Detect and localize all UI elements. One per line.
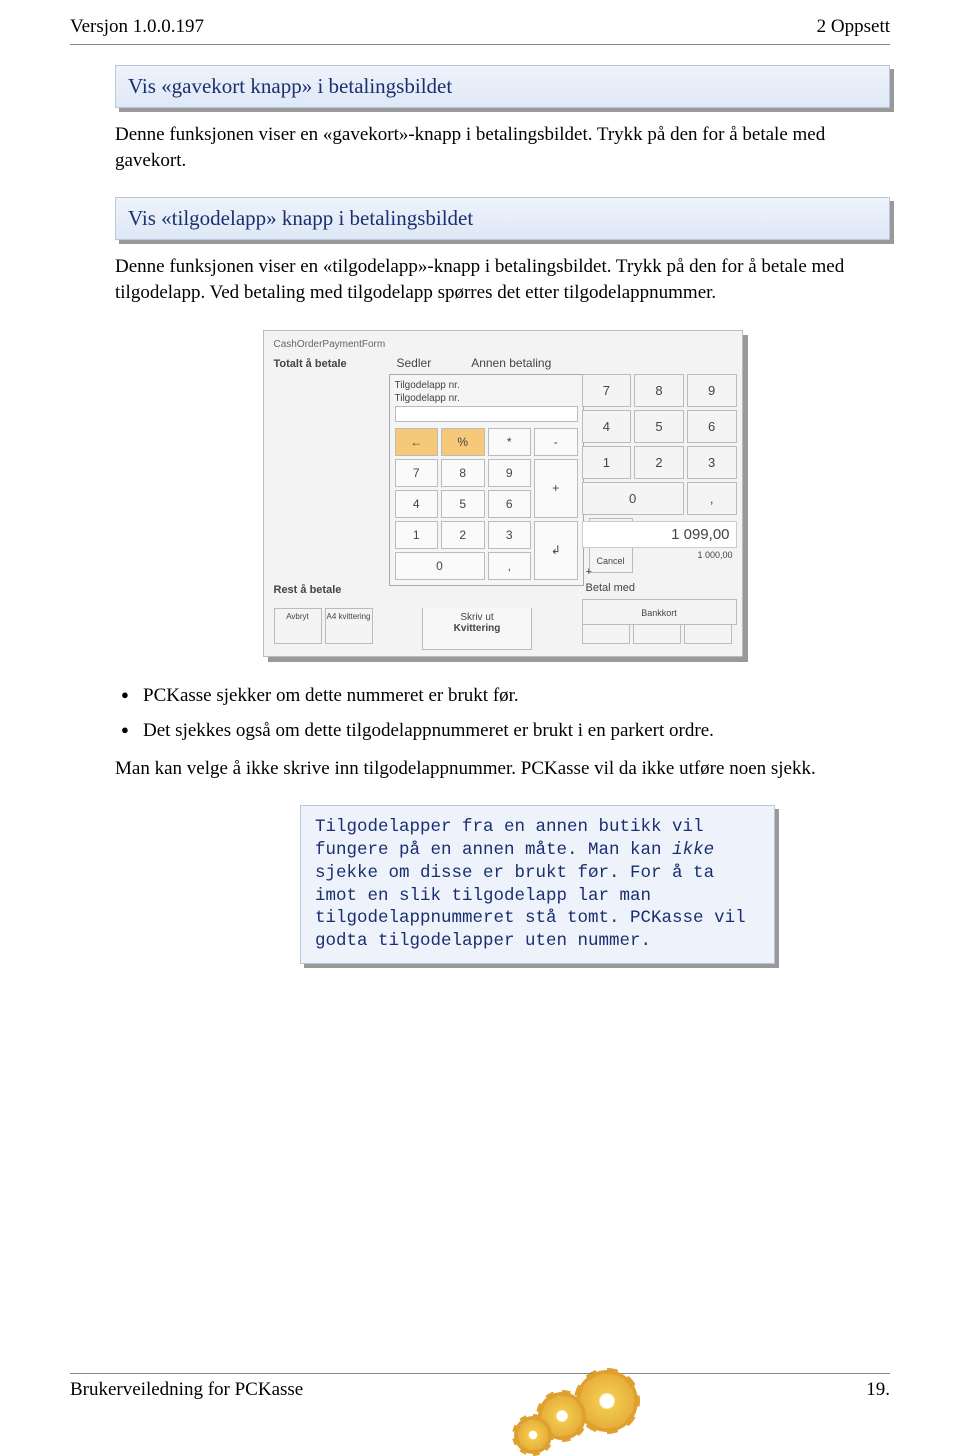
num-5[interactable]: 5 (634, 410, 684, 443)
avbryt-button[interactable]: Avbryt (274, 608, 322, 644)
key-minus[interactable]: - (534, 428, 578, 456)
amount-sub: 1 000,00 (582, 550, 737, 564)
label-total: Totalt å betale (274, 358, 381, 370)
label-rest: Rest å betale (274, 584, 381, 596)
page-header: Versjon 1.0.0.197 2 Oppsett (0, 0, 960, 44)
bullet-list: PCKasse sjekker om dette nummeret er bru… (115, 683, 890, 744)
key-3[interactable]: 3 (488, 521, 532, 549)
after-bullets-para: Man kan velge å ikke skrive inn tilgodel… (115, 756, 890, 782)
note-italic: ikke (672, 840, 714, 860)
num-comma[interactable]: , (687, 482, 737, 515)
page-number: 19. (866, 1379, 890, 1401)
key-8[interactable]: 8 (441, 459, 485, 487)
note-text-2: sjekke om disse er brukt før. For å ta i… (315, 863, 746, 951)
key-6[interactable]: 6 (488, 490, 532, 518)
note-text-1: Tilgodelapper fra en annen butikk vil fu… (315, 817, 704, 860)
section-title-tilgodelapp: Vis «tilgodelapp» knapp i betalingsbilde… (115, 197, 890, 240)
num-4[interactable]: 4 (582, 410, 632, 443)
dialog-titlebar: CashOrderPaymentForm (270, 337, 736, 352)
gear-logo (530, 1370, 640, 1430)
section-title-gavekort: Vis «gavekort knapp» i betalingsbildet (115, 65, 890, 108)
bullet-item: Det sjekkes også om dette tilgodelappnum… (115, 718, 890, 744)
num-0[interactable]: 0 (582, 482, 684, 515)
section-para-gavekort: Denne funksjonen viser en «gavekort»-kna… (115, 122, 890, 173)
kvittering-label: Kvittering (423, 623, 531, 634)
tilgodelapp-input[interactable] (395, 406, 578, 422)
num-7[interactable]: 7 (582, 374, 632, 407)
skriv-ut-label: Skriv ut (423, 612, 531, 623)
key-9[interactable]: 9 (488, 459, 532, 487)
payment-dialog-screenshot: CashOrderPaymentForm Totalt å betale Res… (263, 330, 743, 657)
num-1[interactable]: 1 (582, 446, 632, 479)
footer-left: Brukerveiledning for PCKasse (70, 1379, 303, 1401)
popup-label: Tilgodelapp nr. (395, 393, 578, 404)
betal-med-label: Betal med (582, 580, 737, 596)
gear-icon (580, 1374, 634, 1428)
bankkort-button[interactable]: Bankkort (582, 599, 737, 625)
tab-annen-betaling[interactable]: Annen betaling (471, 356, 551, 370)
key-1[interactable]: 1 (395, 521, 439, 549)
key-comma[interactable]: , (488, 552, 532, 580)
num-9[interactable]: 9 (687, 374, 737, 407)
num-6[interactable]: 6 (687, 410, 737, 443)
key-0[interactable]: 0 (395, 552, 485, 580)
popup-title: Tilgodelapp nr. (395, 380, 578, 391)
key-percent[interactable]: % (441, 428, 485, 456)
page-footer: Brukerveiledning for PCKasse 19. (70, 1370, 890, 1410)
num-2[interactable]: 2 (634, 446, 684, 479)
version-label: Versjon 1.0.0.197 (70, 16, 204, 38)
key-back[interactable]: ← (395, 428, 439, 456)
tilgodelapp-popup: Tilgodelapp nr. Tilgodelapp nr. ← % * - … (389, 374, 584, 586)
num-3[interactable]: 3 (687, 446, 737, 479)
gear-icon (542, 1396, 582, 1436)
tab-sedler[interactable]: Sedler (397, 356, 432, 370)
plus-label: + (582, 564, 737, 580)
chapter-label: 2 Oppsett (817, 16, 890, 38)
key-plus[interactable]: + (534, 459, 578, 518)
bullet-item: PCKasse sjekker om dette nummeret er bru… (115, 683, 890, 709)
screenshot-container: CashOrderPaymentForm Totalt å betale Res… (115, 330, 890, 657)
key-enter[interactable]: ↲ (534, 521, 578, 580)
page-content: Vis «gavekort knapp» i betalingsbildet D… (0, 45, 960, 964)
a4-kvittering-button[interactable]: A4 kvittering (325, 608, 373, 644)
key-7[interactable]: 7 (395, 459, 439, 487)
key-star[interactable]: * (488, 428, 532, 456)
info-note-box: Tilgodelapper fra en annen butikk vil fu… (300, 805, 775, 964)
amount-display: 1 099,00 (582, 521, 737, 548)
key-5[interactable]: 5 (441, 490, 485, 518)
key-4[interactable]: 4 (395, 490, 439, 518)
skriv-ut-kvittering-button[interactable]: Skriv ut Kvittering (422, 608, 532, 650)
section-para-tilgodelapp: Denne funksjonen viser en «tilgodelapp»-… (115, 254, 890, 305)
key-2[interactable]: 2 (441, 521, 485, 549)
num-8[interactable]: 8 (634, 374, 684, 407)
